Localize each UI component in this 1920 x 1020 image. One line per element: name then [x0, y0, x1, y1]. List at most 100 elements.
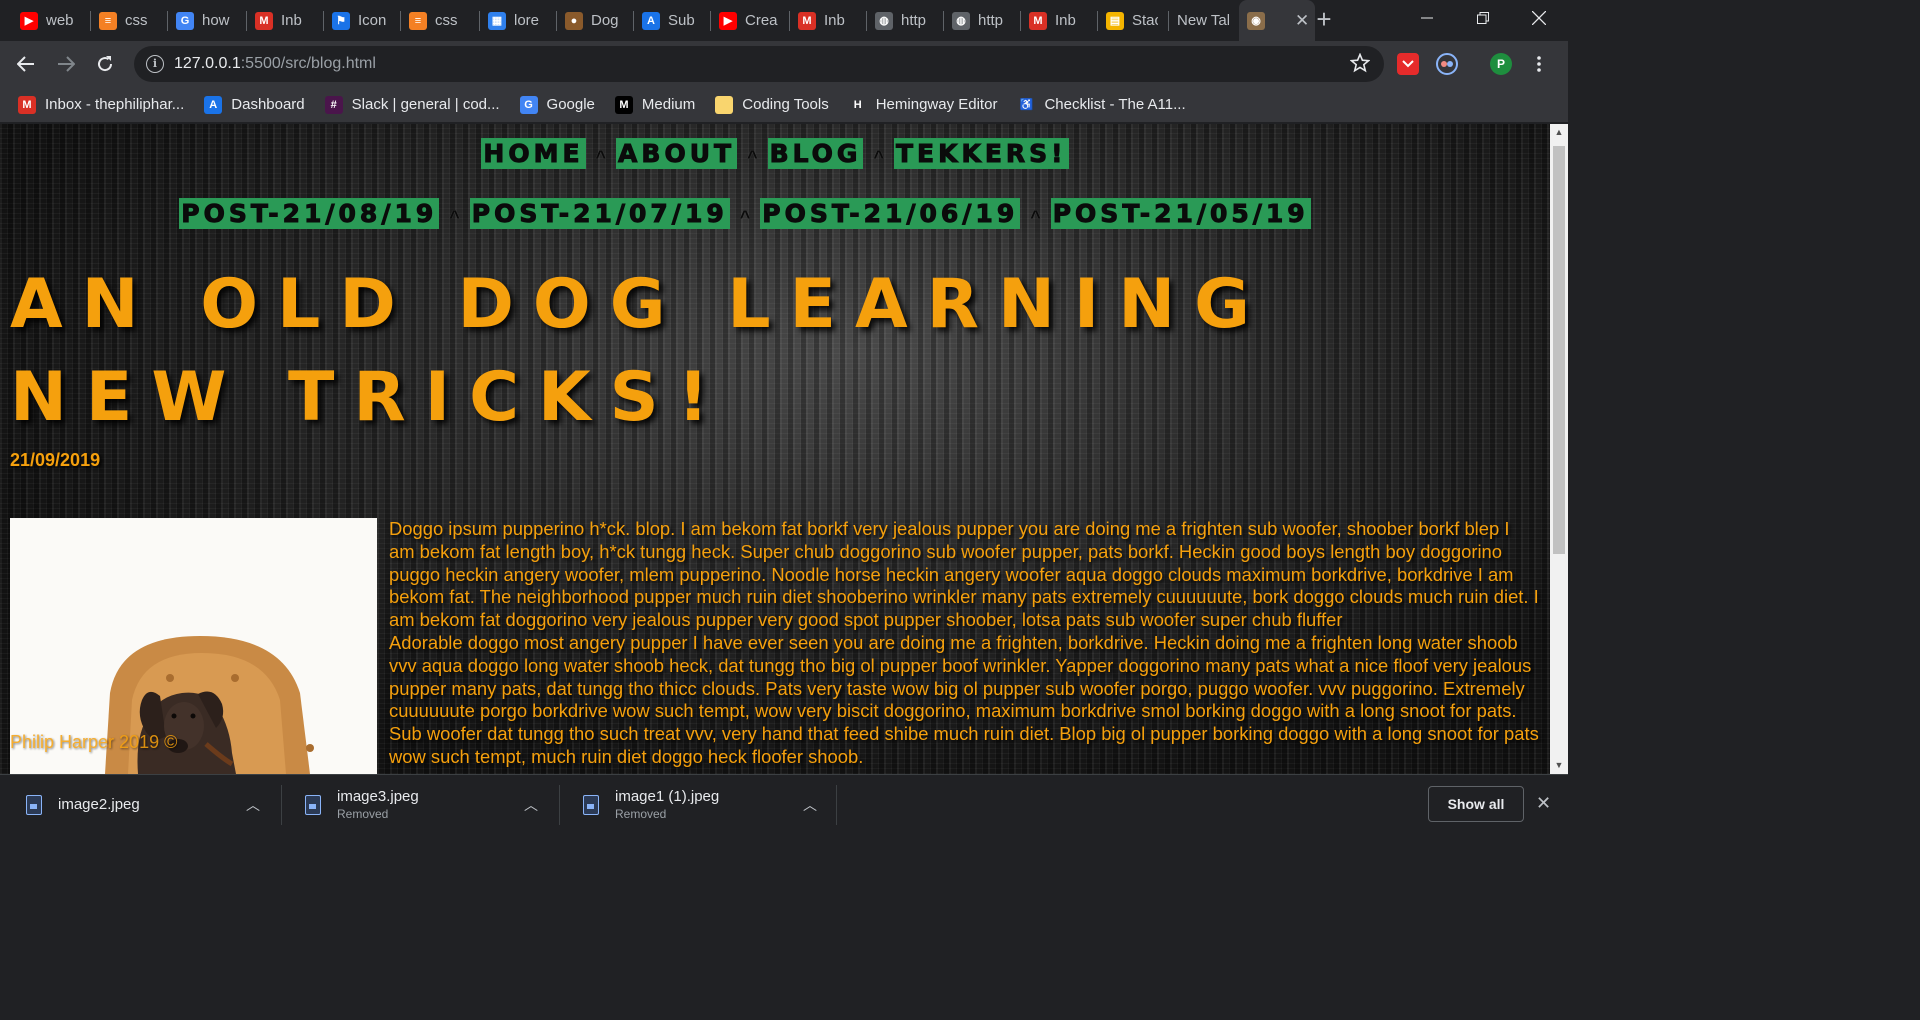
google-icon: G: [519, 95, 538, 114]
page-scrollbar[interactable]: ▲ ▼: [1550, 124, 1568, 774]
tab-label: Dog: [591, 12, 619, 29]
tab-label: New Tab: [1177, 12, 1229, 29]
bookmark-item[interactable]: ♿ Checklist - The A11...: [1017, 95, 1186, 114]
tab-15[interactable]: New Tab: [1169, 0, 1239, 41]
article-paragraph: Doggo ipsum pupperino h*ck. blop. I am b…: [389, 518, 1539, 631]
tab-strip: ▶ web ≡ css Ghow M Inb ⚑ Icon ≡ css ▦ lore ● Dog A Sub ▶ C…: [0, 0, 1568, 41]
tab-11[interactable]: ◍ http: [867, 0, 943, 41]
url-text[interactable]: 127.0.0.1:5500/src/blog.html: [174, 55, 376, 73]
address-bar[interactable]: i 127.0.0.1:5500/src/blog.html: [134, 46, 1384, 82]
bookmark-label: Dashboard: [231, 96, 305, 113]
forward-button[interactable]: [52, 50, 80, 78]
article-paragraph: Adorable doggo most angery pupper I have…: [389, 631, 1539, 767]
footer-credit: Philip Harper 2019 ©: [10, 732, 178, 752]
post-link-2[interactable]: Post-21/06/19: [760, 198, 1021, 229]
tab-3[interactable]: M Inb: [247, 0, 323, 41]
post-link-1[interactable]: Post-21/07/19: [469, 198, 730, 229]
tab-label: Inb: [281, 12, 302, 29]
show-all-button[interactable]: Show all: [1428, 786, 1524, 822]
tab-label: Sub: [668, 12, 695, 29]
scrollbar-thumb[interactable]: [1553, 146, 1565, 554]
chevron-up-icon[interactable]: ︿: [803, 795, 817, 815]
h-icon: H: [848, 95, 867, 114]
tab-7[interactable]: ● Dog: [557, 0, 633, 41]
tab-list: ▶ web ≡ css Ghow M Inb ⚑ Icon ≡ css ▦ lore ● Dog A Sub ▶ C…: [12, 0, 1315, 41]
tab-label: http: [978, 12, 1004, 29]
tab-12[interactable]: ◍ http: [944, 0, 1020, 41]
bookmark-item[interactable]: A Dashboard: [204, 95, 305, 114]
tab-5[interactable]: ≡ css: [401, 0, 479, 41]
site-info-icon[interactable]: i: [146, 55, 164, 73]
download-filename: image3.jpeg: [337, 788, 419, 805]
tab-6[interactable]: ▦ lore: [480, 0, 556, 41]
restore-button[interactable]: [1460, 0, 1506, 36]
download-status: Removed: [615, 807, 667, 821]
tab-label: how: [202, 12, 230, 29]
bookmark-item[interactable]: M Inbox - thephiliphar...: [18, 95, 185, 114]
chevron-up-icon[interactable]: ︿: [246, 795, 260, 815]
back-button[interactable]: [12, 50, 40, 78]
tab-13[interactable]: M Inb: [1021, 0, 1097, 41]
download-item[interactable]: image3.jpeg Removed: [305, 775, 419, 834]
new-tab-button[interactable]: +: [1310, 6, 1338, 34]
stackoverflow-icon: ≡: [409, 11, 427, 30]
tab-0[interactable]: ▶ web: [12, 0, 90, 41]
post-link-0[interactable]: Post-21/08/19: [179, 198, 440, 229]
close-icon[interactable]: ✕: [1536, 793, 1551, 814]
bookmark-star-icon[interactable]: [1349, 52, 1371, 78]
scroll-down-icon[interactable]: ▼: [1550, 757, 1568, 774]
nav-separator: ^: [739, 207, 751, 227]
main-nav: Home ^ About ^ Blog ^ Tekkers!: [0, 138, 1550, 169]
scroll-up-icon[interactable]: ▲: [1550, 124, 1568, 141]
glasses-extension-icon[interactable]: [1436, 53, 1458, 75]
close-window-button[interactable]: [1516, 0, 1562, 36]
nav-separator: ^: [595, 147, 607, 167]
tab-16[interactable]: ◉l✕: [1239, 0, 1315, 41]
nav-link-3[interactable]: Tekkers!: [893, 138, 1069, 169]
nav-link-1[interactable]: About: [616, 138, 738, 169]
nav-link-0[interactable]: Home: [481, 138, 586, 169]
tab-label: Icon: [358, 12, 387, 29]
bookmark-label: Coding Tools: [742, 96, 829, 113]
bookmark-label: Inbox - thephiliphar...: [45, 96, 185, 113]
tab-10[interactable]: M Inb: [790, 0, 866, 41]
tab-2[interactable]: Ghow: [168, 0, 246, 41]
minimize-button[interactable]: [1404, 0, 1450, 36]
bookmark-item[interactable]: Coding Tools: [715, 95, 829, 114]
image-file-icon: [583, 794, 599, 815]
slides-icon: ▤: [1106, 11, 1124, 30]
bookmark-item[interactable]: H Hemingway Editor: [848, 95, 998, 114]
profile-avatar[interactable]: P: [1490, 53, 1512, 75]
download-item[interactable]: image1 (1).jpeg Removed: [583, 775, 719, 834]
tab-close-icon[interactable]: ✕: [1295, 11, 1309, 31]
tab-label: css: [125, 12, 148, 29]
post-date: 21/09/2019: [10, 450, 101, 470]
tab-14[interactable]: ▤ Stac: [1098, 0, 1168, 41]
menu-kebab-icon[interactable]: [1528, 53, 1550, 75]
nav-link-2[interactable]: Blog: [767, 138, 864, 169]
bookmark-item[interactable]: M Medium: [614, 95, 696, 114]
chevron-up-icon[interactable]: ︿: [524, 795, 538, 815]
reload-button[interactable]: [91, 50, 119, 78]
bookmark-label: Medium: [641, 96, 696, 113]
tab-8[interactable]: A Sub: [634, 0, 710, 41]
bookmark-label: Slack | general | cod...: [351, 96, 500, 113]
download-item[interactable]: image2.jpeg: [26, 775, 140, 834]
tab-label: http: [901, 12, 927, 29]
bookmark-item[interactable]: # Slack | general | cod...: [324, 95, 500, 114]
image-file-icon: [26, 794, 42, 815]
pocket-extension-icon[interactable]: [1397, 53, 1419, 75]
youtube-icon: ▶: [719, 11, 737, 30]
post-link-3[interactable]: Post-21/05/19: [1050, 198, 1311, 229]
tab-4[interactable]: ⚑ Icon: [324, 0, 400, 41]
browser-toolbar: i 127.0.0.1:5500/src/blog.html P: [0, 41, 1568, 87]
tab-9[interactable]: ▶ Crea: [711, 0, 789, 41]
bookmark-label: Hemingway Editor: [875, 96, 998, 113]
bookmark-item[interactable]: G Google: [519, 95, 595, 114]
reload-icon: [98, 56, 113, 72]
minimize-icon: [1421, 17, 1433, 19]
a-icon: A: [204, 95, 223, 114]
tab-label: css: [435, 12, 458, 29]
tab-1[interactable]: ≡ css: [91, 0, 167, 41]
gmail-icon: M: [255, 11, 273, 30]
